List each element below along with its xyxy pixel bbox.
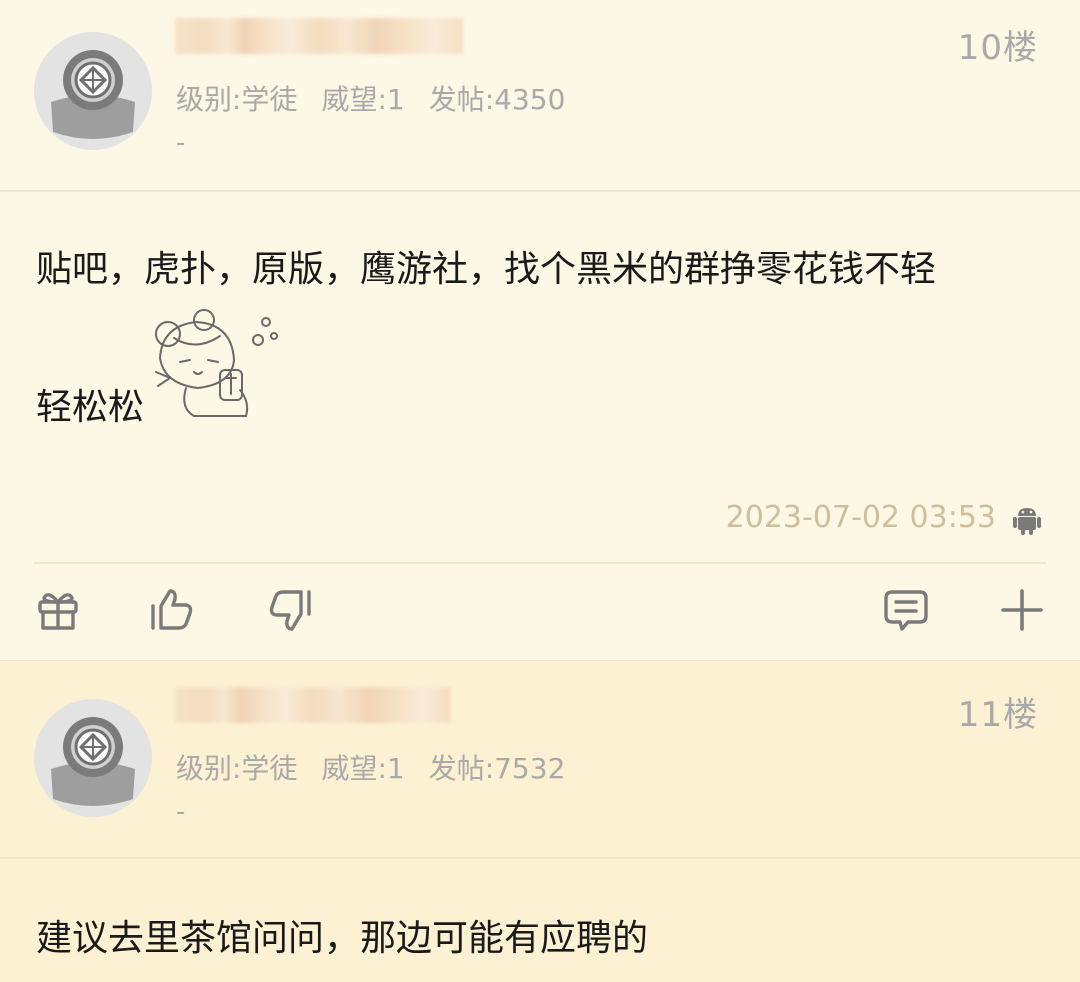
thumbs-down-icon[interactable] <box>266 586 314 634</box>
user-level: 级别:学徒 <box>176 752 298 785</box>
floor-number: 11楼 <box>957 695 1038 735</box>
plus-icon[interactable] <box>998 586 1046 634</box>
post-timestamp: 2023-07-02 03:53 <box>725 500 996 535</box>
user-prestige: 威望:1 <box>321 83 405 116</box>
user-meta: 级别:学徒 威望:1 发帖:4350 <box>176 78 589 118</box>
comment-icon[interactable] <box>882 586 930 634</box>
thumbs-up-icon[interactable] <box>148 586 196 634</box>
user-level: 级别:学徒 <box>176 83 298 116</box>
avatar-diving-helmet[interactable] <box>34 32 152 150</box>
username-blurred[interactable] <box>175 687 451 723</box>
anime-girl-sticker <box>155 309 278 417</box>
user-prestige: 威望:1 <box>321 752 405 785</box>
post-content-line-1: 建议去里茶馆问问，那边可能有应聘的 <box>36 918 649 959</box>
username-blurred[interactable] <box>175 18 463 54</box>
user-meta: 级别:学徒 威望:1 发帖:7532 <box>176 747 589 787</box>
user-signature: - <box>176 797 186 827</box>
action-bar-divider <box>34 562 1046 564</box>
header-divider <box>0 857 1080 859</box>
post-content-line-2: 轻松松 <box>36 387 145 428</box>
header-divider <box>0 190 1080 192</box>
user-post-count: 发帖:4350 <box>428 83 566 116</box>
floor-number: 10楼 <box>957 28 1038 68</box>
post-floor-10: 10楼 级别:学徒 威望:1 发帖:4350 - 贴吧，虎扑，原版，鹰游社，找个黑米… <box>0 0 1080 660</box>
post-content-line-1: 贴吧，虎扑，原版，鹰游社，找个黑米的群挣零花钱不轻 <box>36 249 937 290</box>
post-floor-11: 11楼 级别:学徒 威望:1 发帖:7532 - 建议去里茶馆问问，那边可能有应聘的 <box>0 660 1080 982</box>
user-signature: - <box>176 128 186 158</box>
android-icon <box>1013 508 1041 535</box>
avatar-diving-helmet[interactable] <box>34 699 152 817</box>
user-post-count: 发帖:7532 <box>428 752 566 785</box>
gift-icon[interactable] <box>34 586 82 634</box>
